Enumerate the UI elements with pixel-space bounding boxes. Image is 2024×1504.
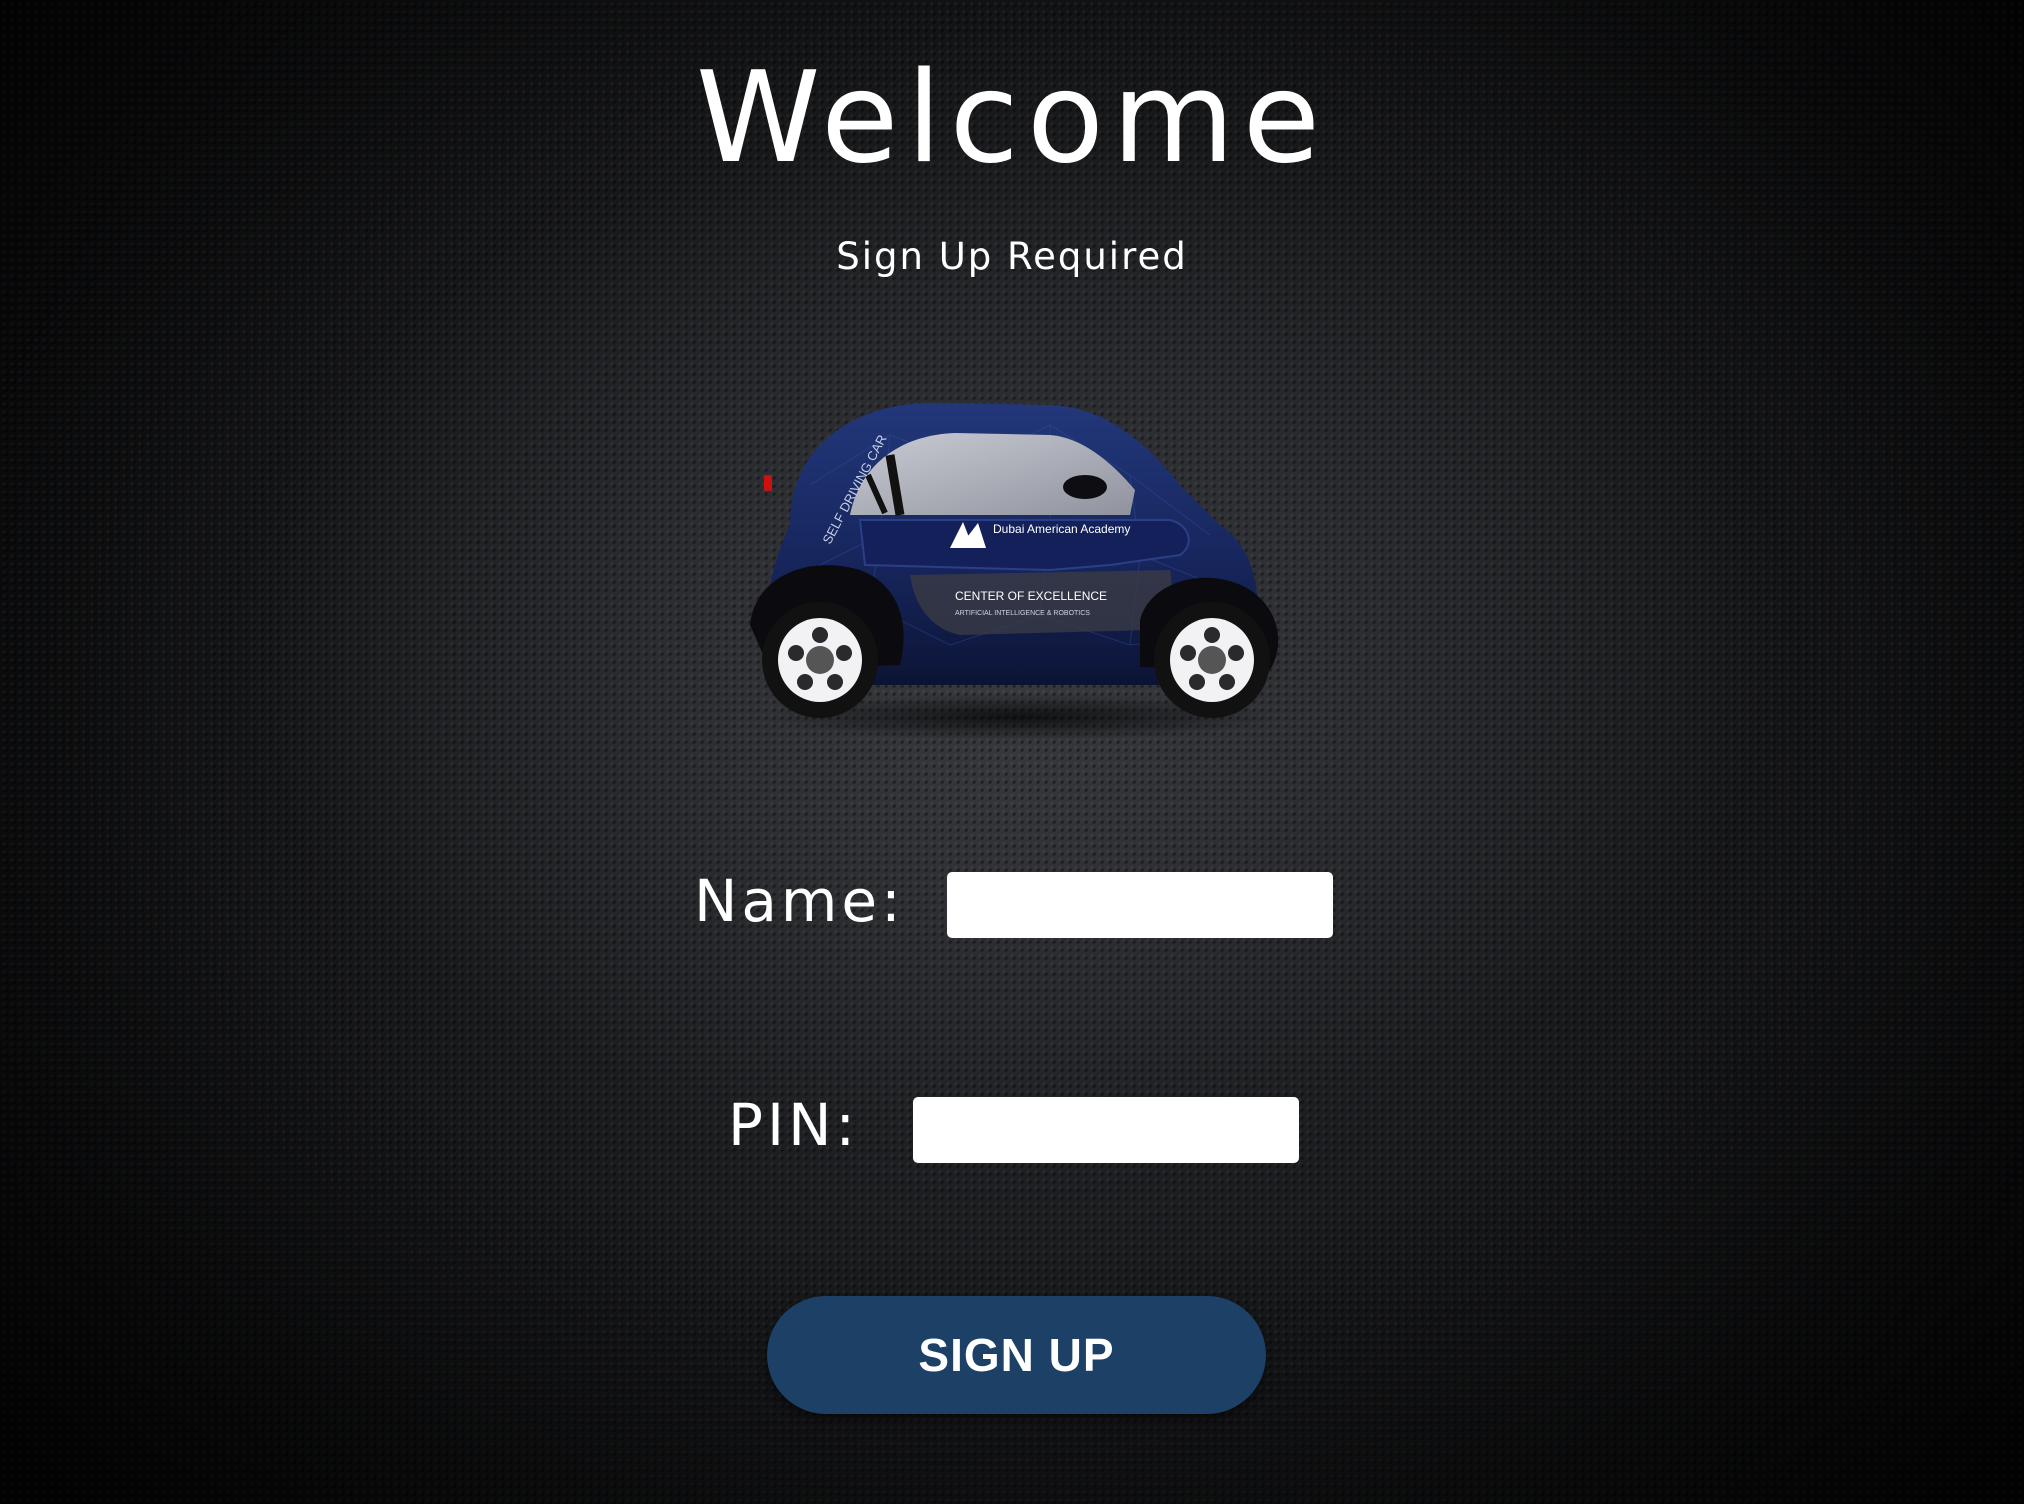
pin-input[interactable] (913, 1097, 1299, 1163)
car-decal-center-sub: ARTIFICIAL INTELLIGENCE & ROBOTICS (955, 610, 1090, 617)
page-subtitle: Sign Up Required (836, 235, 1188, 278)
car-image: Dubai American Academy SELF DRIVING CAR … (750, 402, 1280, 741)
name-label: Name: (694, 867, 905, 935)
page-title: Welcome (695, 44, 1329, 191)
car-decal-logo: Dubai American Academy (993, 522, 1130, 536)
name-input[interactable] (947, 872, 1333, 938)
background-vignette (0, 0, 2024, 1504)
signup-button[interactable]: SIGN UP (767, 1296, 1266, 1414)
car-decal-center: CENTER OF EXCELLENCE (955, 589, 1107, 603)
pin-label: PIN: (728, 1091, 860, 1159)
background-texture (0, 0, 2024, 1504)
